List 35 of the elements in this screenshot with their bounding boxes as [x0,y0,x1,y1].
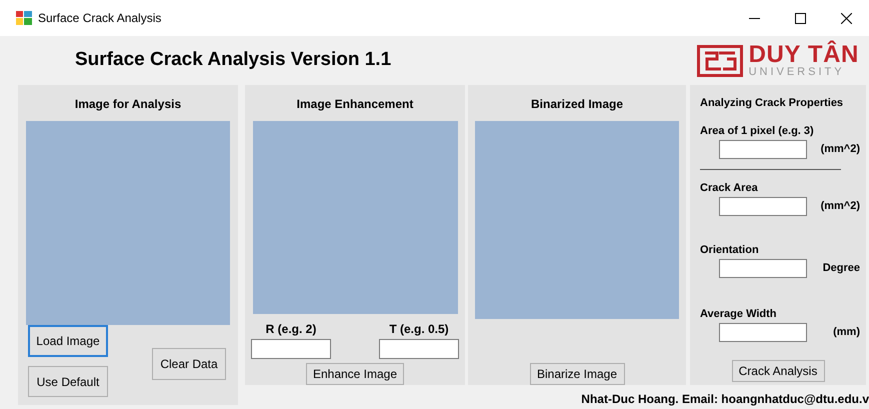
use-default-button[interactable]: Use Default [28,366,108,397]
input-field[interactable] [719,259,807,278]
binarize-image-button[interactable]: Binarize Image [530,363,624,385]
field-label: T (e.g. 0.5) [389,322,449,336]
unit-label: Degree [822,261,860,276]
crack-analysis-button[interactable]: Crack Analysis [732,360,824,382]
field-label: R (e.g. 2) [266,322,316,336]
input-field[interactable] [719,140,807,159]
load-image-button[interactable]: Load Image [28,325,108,357]
field-label: Crack Area [700,182,759,195]
panel-title: Analyzing Crack Properties [700,96,844,111]
maximize-icon [794,12,806,24]
author-credit: Nhat-Duc Hoang. Email: hoangnhatduc@dtu.edu.v [581,391,869,408]
field-label: Orientation [700,244,760,257]
enhance-image-button[interactable]: Enhance Image [306,363,404,385]
logo-name: DUY TÂN [748,43,859,67]
logo-subtitle: UNIVERSITY [748,67,846,78]
app-heading: Surface Crack Analysis Version 1.1 [75,48,392,72]
field-label: Average Width [700,308,778,321]
field-label: Area of 1 pixel (e.g. 3) [700,125,815,138]
unit-label: (mm) [833,325,860,340]
university-logo-icon [696,44,743,76]
app-icon [16,11,32,25]
panel-title: Binarized Image [530,96,624,111]
input-field[interactable] [251,339,331,359]
unit-label: (mm^2) [820,142,860,158]
input-field[interactable] [719,323,807,342]
panel-title: Image for Analysis [74,96,182,111]
window-title: Surface Crack Analysis [38,10,162,27]
input-field[interactable] [719,197,807,216]
clear-data-button[interactable]: Clear Data [152,348,226,380]
close-icon [840,12,852,24]
input-field[interactable] [379,339,459,359]
panel-title: Image Enhancement [296,96,414,111]
unit-label: (mm^2) [820,199,860,214]
